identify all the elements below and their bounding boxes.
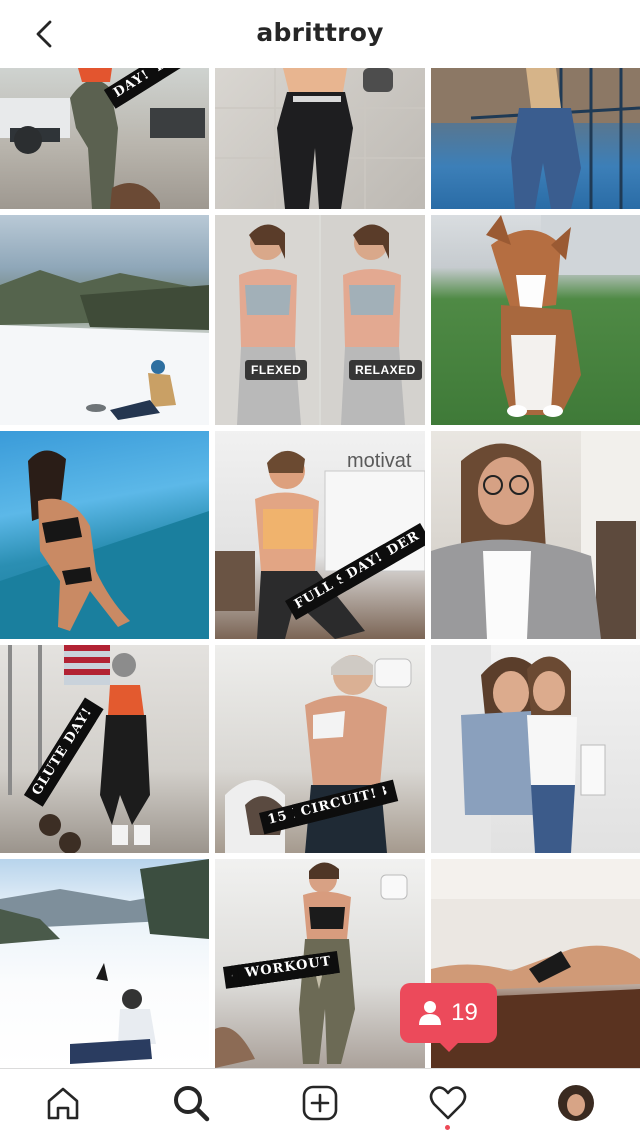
post-image	[486, 215, 640, 417]
search-icon	[174, 1086, 210, 1122]
post-tag-relaxed: RELAXED	[349, 360, 422, 380]
post-grid: FULL BACK DAY! FLEXED RELAXED motivat FU…	[0, 68, 640, 1068]
post-image	[0, 270, 209, 425]
top-bar: abrittroy	[0, 0, 640, 68]
nav-home[interactable]	[41, 1081, 85, 1125]
profile-avatar	[558, 1085, 594, 1121]
bottom-nav-bar	[0, 1068, 640, 1139]
post-tile-10[interactable]: FULL LEG/ GLUTE DAY!	[0, 645, 209, 853]
post-tile-5[interactable]: FLEXED RELAXED	[215, 215, 425, 425]
nav-activity[interactable]	[426, 1081, 470, 1125]
nav-profile[interactable]	[554, 1081, 598, 1125]
post-image	[431, 68, 640, 209]
new-followers-notification[interactable]: 19	[400, 983, 497, 1052]
person-icon	[419, 1001, 442, 1025]
post-image	[431, 431, 640, 639]
post-image	[215, 68, 425, 209]
post-image	[0, 859, 209, 1064]
post-image	[0, 450, 209, 639]
post-image	[431, 645, 606, 853]
post-image: motivat	[215, 450, 425, 639]
post-tile-14[interactable]: 40 MINUTE LEGS/AB WORKOUT	[215, 859, 425, 1068]
post-image	[215, 215, 425, 425]
post-image	[8, 645, 150, 853]
post-tile-7[interactable]	[0, 431, 209, 639]
svg-text:motivat: motivat	[347, 450, 412, 472]
post-tag-flexed: FLEXED	[245, 360, 308, 380]
nav-search[interactable]	[169, 1081, 213, 1125]
add-post-icon	[302, 1085, 338, 1121]
post-tile-13[interactable]	[0, 859, 209, 1068]
post-tile-8[interactable]: motivat FULL SHOULDER DAY!	[215, 431, 425, 639]
post-tile-4[interactable]	[0, 215, 209, 425]
post-tile-2[interactable]	[215, 68, 425, 209]
home-icon	[47, 1087, 79, 1120]
notification-count: 19	[451, 999, 478, 1026]
profile-username: abrittroy	[256, 18, 384, 47]
post-image	[225, 655, 412, 853]
post-tile-3[interactable]	[431, 68, 640, 209]
post-tile-11[interactable]: 15 MINUTE AB CIRCUIT!	[215, 645, 425, 853]
nav-new-post[interactable]	[298, 1081, 342, 1125]
post-tile-9[interactable]	[431, 431, 640, 639]
post-tile-12[interactable]	[431, 645, 640, 853]
activity-heart-icon	[429, 1086, 467, 1120]
post-tile-1[interactable]: FULL BACK DAY!	[0, 68, 209, 209]
activity-badge-dot	[445, 1125, 450, 1130]
post-tile-6[interactable]	[431, 215, 640, 425]
